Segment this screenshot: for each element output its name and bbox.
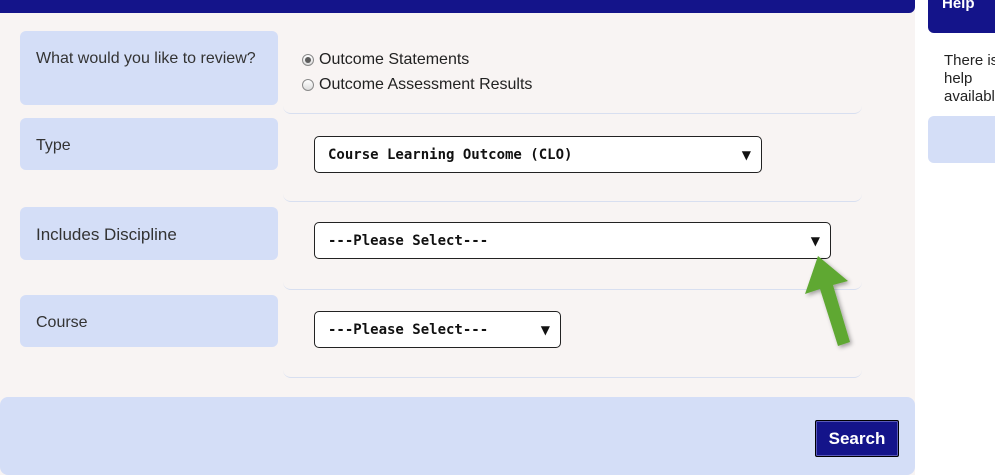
discipline-select-value: ---Please Select--- xyxy=(328,232,489,249)
radio-label: Outcome Statements xyxy=(319,51,470,68)
help-body: There is no help available xyxy=(944,52,995,105)
dropdown-arrow-icon: ▼ xyxy=(741,147,751,162)
discipline-label: Includes Discipline xyxy=(20,207,278,260)
search-button[interactable]: Search xyxy=(815,420,899,457)
discipline-select[interactable]: ---Please Select--- ▼ xyxy=(314,222,831,259)
radio-button[interactable] xyxy=(302,79,314,91)
radio-button-selected[interactable] xyxy=(302,54,314,66)
type-select[interactable]: Course Learning Outcome (CLO) ▼ xyxy=(314,136,762,173)
help-title: Help xyxy=(942,0,975,12)
review-label: What would you like to review? xyxy=(20,31,278,105)
course-select[interactable]: ---Please Select--- ▼ xyxy=(314,311,561,348)
search-bar xyxy=(0,397,915,475)
radio-outcome-statements[interactable]: Outcome Statements xyxy=(302,50,469,70)
help-footer xyxy=(928,116,995,163)
radio-label: Outcome Assessment Results xyxy=(319,76,533,93)
green-arrow-icon xyxy=(805,256,850,346)
dropdown-arrow-icon: ▼ xyxy=(540,322,550,337)
radio-outcome-assessment-results[interactable]: Outcome Assessment Results xyxy=(302,75,532,95)
type-select-value: Course Learning Outcome (CLO) xyxy=(328,146,573,163)
course-label: Course xyxy=(20,295,278,347)
top-bar xyxy=(0,0,915,13)
type-label: Type xyxy=(20,118,278,170)
help-header: Help xyxy=(928,0,995,33)
course-select-value: ---Please Select--- xyxy=(328,321,489,338)
